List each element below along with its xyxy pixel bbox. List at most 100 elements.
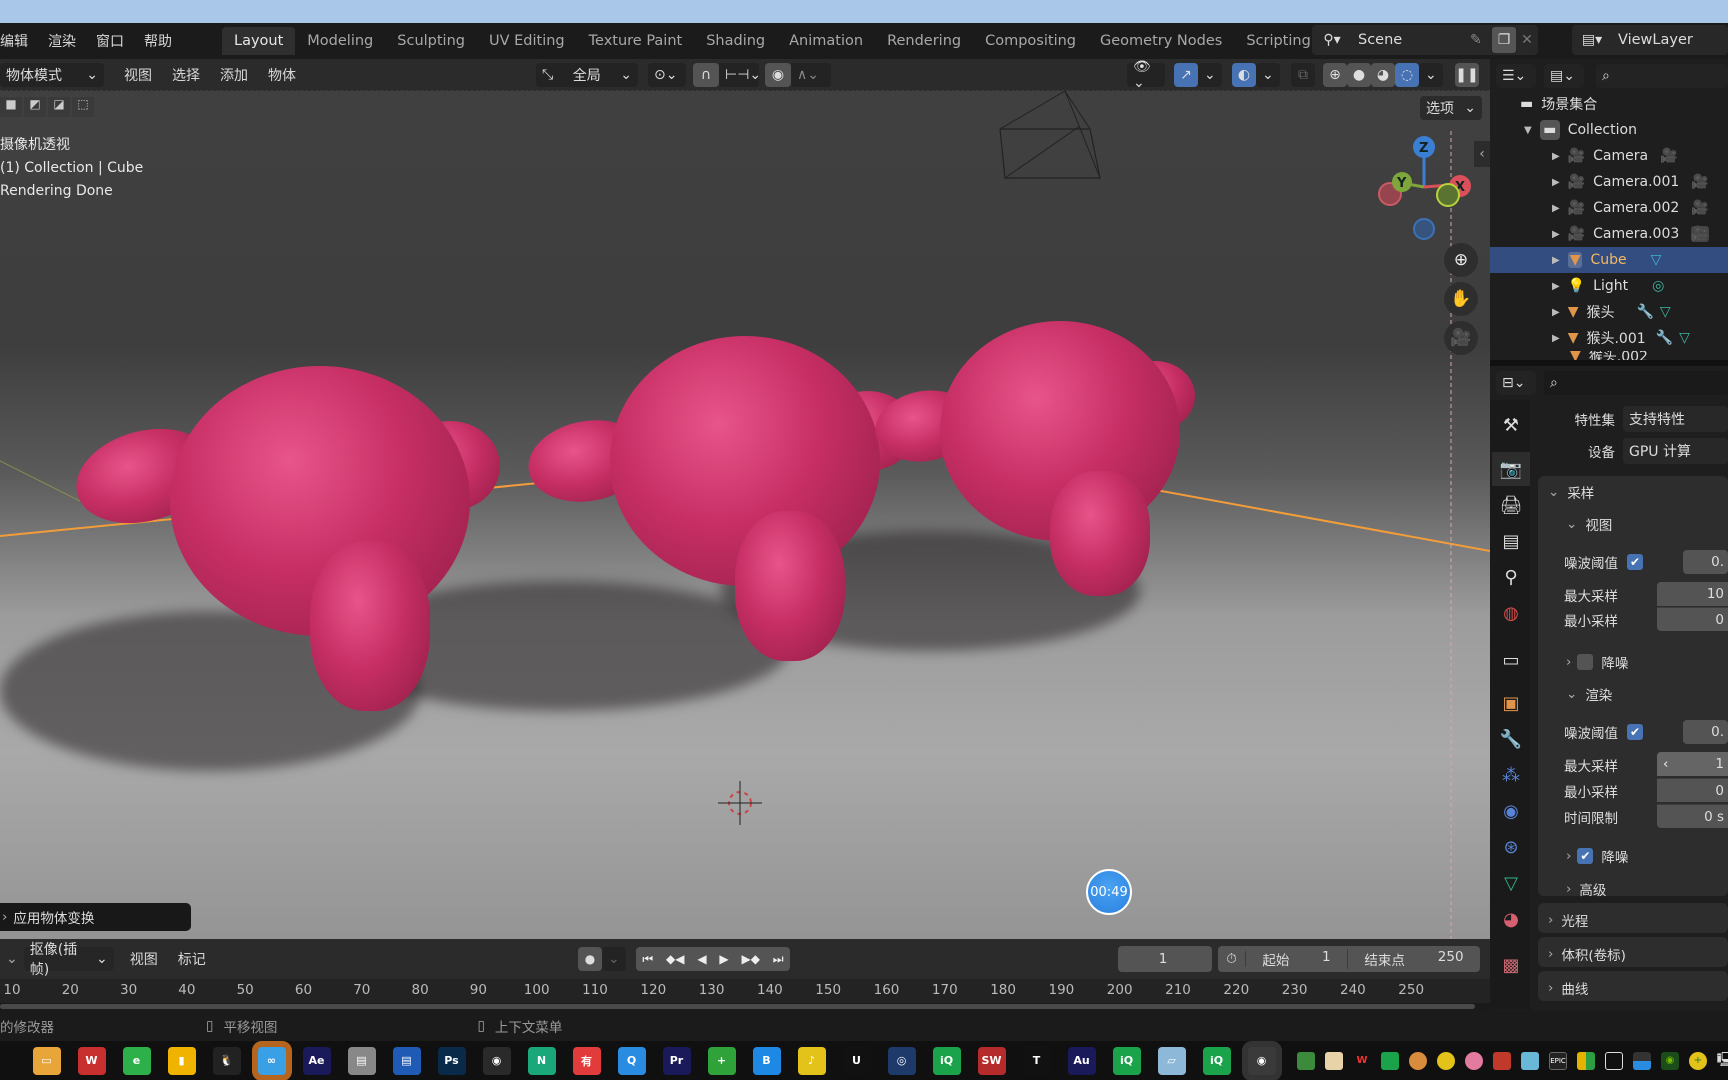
scene-icon[interactable]: ⚲▾	[1312, 32, 1352, 48]
overlays-dropdown[interactable]: ⌄	[1256, 63, 1280, 87]
noise-threshold-field[interactable]: 0.	[1683, 550, 1728, 574]
usb-drive-tray-icon[interactable]	[1605, 1051, 1623, 1070]
tab-layout[interactable]: Layout	[222, 27, 296, 55]
taskbar-app-icon[interactable]: U	[842, 1046, 871, 1075]
taskbar-app-icon[interactable]: B	[752, 1046, 781, 1075]
tool-tab-icon[interactable]: ⚒	[1492, 408, 1530, 442]
light-data-icon[interactable]: ◎	[1652, 278, 1664, 294]
taskbar-app-icon[interactable]: W	[77, 1046, 106, 1075]
taskbar-app-icon[interactable]: ◎	[887, 1046, 916, 1075]
play-icon[interactable]: ▶	[719, 952, 728, 966]
sw-tray-icon[interactable]	[1493, 1051, 1511, 1070]
r-denoise-row[interactable]: › ✔ 降噪	[1566, 846, 1628, 866]
pin-icon[interactable]: ✎	[1470, 32, 1492, 48]
outliner-item[interactable]: ▼ 猴头.002	[1490, 351, 1728, 360]
outliner-collection[interactable]: ▼ ▬ Collection	[1490, 117, 1728, 143]
prev-keyframe-icon[interactable]: ◆◀	[666, 952, 684, 966]
scene-tab-icon[interactable]: ⚲	[1492, 560, 1530, 594]
taskbar-app-icon[interactable]: e	[122, 1046, 151, 1075]
next-keyframe-icon[interactable]: ▶◆	[741, 952, 759, 966]
snap-target-dropdown[interactable]: ⊢⊣⌄	[719, 63, 761, 87]
taskbar-app-icon[interactable]: iQ	[1202, 1046, 1231, 1075]
vp-denoise-row[interactable]: › 降噪	[1566, 652, 1628, 672]
timeline-menu-marker[interactable]: 标记	[168, 949, 216, 969]
keying-dropdown[interactable]: 抠像(插帧) ⌄	[23, 942, 114, 978]
taskbar-app-icon[interactable]: 🐧	[212, 1046, 241, 1075]
particles-tab-icon[interactable]: ⁂	[1492, 758, 1530, 792]
vp-max-samples-field[interactable]: 10	[1657, 582, 1728, 606]
viewport-menu-object[interactable]: 物体	[258, 65, 306, 85]
menu-render[interactable]: 渲染	[38, 31, 86, 51]
mesh-data-icon[interactable]: ▽	[1651, 252, 1662, 268]
new-scene-icon[interactable]: ❐	[1492, 27, 1516, 53]
shading-wireframe[interactable]: ⊕	[1323, 63, 1347, 87]
scene-name[interactable]: Scene	[1352, 32, 1470, 48]
taskbar-app-icon[interactable]: ◉	[482, 1046, 511, 1075]
taskbar-app-icon[interactable]: Ps	[437, 1046, 466, 1075]
view-layer-tab-icon[interactable]: ▤	[1492, 524, 1530, 558]
jump-to-start-icon[interactable]: ⏮	[642, 952, 653, 967]
view-layer-icon[interactable]: ▤▾	[1572, 32, 1612, 48]
tab-modeling[interactable]: Modeling	[295, 27, 385, 55]
collection-tab-icon[interactable]: ▭	[1492, 643, 1530, 677]
taskbar-app-icon[interactable]: ▤	[392, 1046, 421, 1075]
gizmo-dropdown[interactable]: ⌄	[1198, 63, 1222, 87]
current-frame-field[interactable]: 1	[1118, 946, 1212, 972]
3d-viewport[interactable]: ■ ◩ ◪ ⬚ 选项 ⌄ 摄像机透视 (1) Collection | Cube …	[0, 91, 1490, 939]
iqiyi-tray-icon[interactable]	[1381, 1051, 1399, 1070]
music-tray-icon[interactable]	[1437, 1051, 1455, 1070]
flower-tray-icon[interactable]	[1465, 1051, 1483, 1070]
netdisk-tray-icon[interactable]	[1521, 1051, 1539, 1070]
editor-type-dropdown[interactable]: ⊟⌄	[1496, 371, 1536, 395]
texture-tab-icon[interactable]: ▩	[1492, 948, 1530, 982]
viewport-menu-add[interactable]: 添加	[210, 65, 258, 85]
scene-selector[interactable]: ⚲▾ Scene ✎ ❐ ✕	[1312, 25, 1538, 55]
taskbar-app-icon[interactable]: Ae	[302, 1046, 331, 1075]
visibility-dropdown[interactable]: 👁⌄	[1127, 59, 1165, 91]
accelerator-tray-icon[interactable]: +	[1689, 1051, 1707, 1070]
tab-animation[interactable]: Animation	[777, 27, 875, 55]
camera-view-button[interactable]: 🎥	[1444, 321, 1478, 355]
display-mode-dropdown[interactable]: ☰⌄	[1496, 64, 1536, 88]
play-reverse-icon[interactable]: ◀	[697, 952, 706, 966]
object-tab-icon[interactable]: ▣	[1492, 686, 1530, 720]
view-layer-name[interactable]: ViewLayer	[1612, 32, 1728, 48]
viewport-subpanel-header[interactable]: ⌄ 视图	[1566, 514, 1612, 534]
start-frame-field[interactable]: 起始 1	[1246, 949, 1348, 969]
taskbar-app-icon[interactable]: N	[527, 1046, 556, 1075]
advanced-subpanel-header[interactable]: › 高级	[1566, 879, 1606, 899]
network-tray-icon[interactable]: 🖳	[1717, 1052, 1728, 1070]
taskbar-app-icon[interactable]: ▭	[32, 1046, 61, 1075]
expand-triangle-icon[interactable]: ▶	[1552, 203, 1560, 214]
expand-triangle-icon[interactable]: ▶	[1552, 255, 1560, 266]
delete-scene-icon[interactable]: ✕	[1516, 32, 1538, 48]
orientation-dropdown[interactable]: ⤡ 全局 ⌄	[536, 63, 638, 87]
timeline-menu-view[interactable]: 视图	[120, 949, 168, 969]
taskbar-app-icon[interactable]: ♪	[797, 1046, 826, 1075]
r-min-samples-field[interactable]: 0	[1657, 778, 1728, 802]
taskbar-app-icon[interactable]: SW	[977, 1046, 1006, 1075]
noise-threshold-checkbox[interactable]: ✔	[1627, 724, 1643, 740]
tab-compositing[interactable]: Compositing	[973, 27, 1088, 55]
time-limit-field[interactable]: 0 s	[1657, 804, 1728, 828]
taskbar-app-icon[interactable]: ▮	[167, 1046, 196, 1075]
expand-triangle-icon[interactable]: ▶	[1552, 307, 1560, 318]
mesh-data-icon[interactable]: ▽	[1679, 330, 1690, 346]
expand-triangle-icon[interactable]: ▶	[1552, 333, 1560, 344]
camera-data-icon[interactable]: 🎥	[1691, 174, 1708, 190]
expand-triangle-icon[interactable]: ▶	[1552, 281, 1560, 292]
camera-data-icon[interactable]: 🎥	[1691, 226, 1709, 242]
pan-view-button[interactable]: ✋	[1444, 282, 1478, 316]
gizmo-toggle[interactable]: ↗	[1174, 63, 1198, 87]
menu-edit[interactable]: 编辑	[0, 31, 38, 51]
display-tray-icon[interactable]	[1633, 1051, 1651, 1070]
r-max-samples-field[interactable]: ‹ 1	[1657, 752, 1728, 776]
noise-threshold-field[interactable]: 0.	[1683, 720, 1728, 744]
expand-triangle-icon[interactable]: ▶	[1552, 151, 1560, 162]
taskbar-app-icon[interactable]: ∞	[257, 1046, 286, 1075]
output-tab-icon[interactable]: 🖨	[1492, 488, 1530, 522]
pause-render-button[interactable]: ❚❚	[1455, 63, 1479, 87]
expand-triangle-icon[interactable]: ▶	[1552, 229, 1560, 240]
panel-divider[interactable]	[1490, 360, 1728, 366]
curves-header[interactable]: › 曲线	[1548, 978, 1588, 998]
